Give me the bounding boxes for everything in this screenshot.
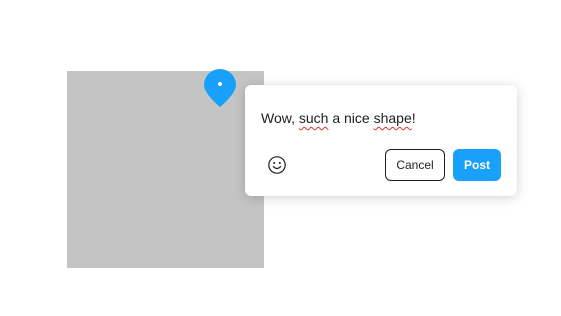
smiley-face-graphic <box>268 156 286 174</box>
smiley-face-icon[interactable] <box>266 154 288 176</box>
comment-text-input[interactable]: Wow, such a nice shape! <box>261 107 501 129</box>
comment-text-part: Wow, <box>261 110 299 126</box>
comment-text-misspelled-word: shape <box>373 110 412 126</box>
comment-popover: Wow, such a nice shape! Cancel Post <box>245 85 517 196</box>
cancel-button[interactable]: Cancel <box>385 149 445 181</box>
comment-text-misspelled-word: such <box>298 110 329 126</box>
comment-pin-graphic <box>204 69 236 107</box>
design-canvas[interactable]: Wow, such a nice shape! Cancel Post <box>0 0 561 316</box>
comment-pin-icon[interactable] <box>203 68 237 108</box>
comment-text-part: a nice <box>328 110 374 126</box>
post-button[interactable]: Post <box>453 149 501 181</box>
comment-text-part: ! <box>411 110 416 126</box>
